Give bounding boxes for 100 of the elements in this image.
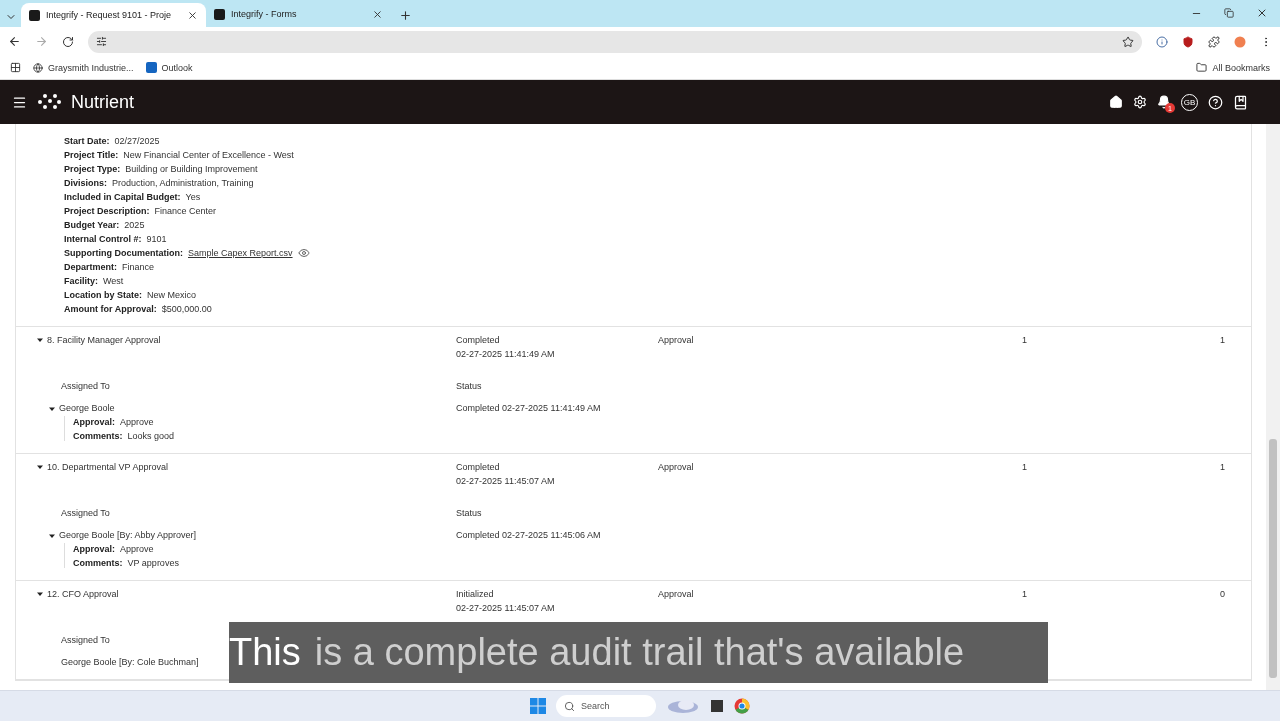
extension-icon[interactable] xyxy=(1156,35,1168,48)
assigned-to-label: Assigned To xyxy=(60,508,111,518)
field-label: Project Type: xyxy=(64,164,121,174)
bookmark-link[interactable]: Outlook xyxy=(145,62,193,73)
table-cell-text: 1 xyxy=(1022,462,1028,474)
step-type: Approval xyxy=(658,462,695,474)
bookmark-icon[interactable] xyxy=(1233,94,1248,110)
field-label: Project Description: xyxy=(64,206,150,216)
file-link[interactable]: Sample Capex Report.csv xyxy=(188,248,293,258)
search-icon xyxy=(564,700,575,712)
globe-icon xyxy=(33,62,43,73)
close-icon[interactable] xyxy=(1256,7,1268,19)
home-icon[interactable] xyxy=(1109,95,1123,109)
field-value: 02/27/2025 xyxy=(114,136,160,146)
app-icon[interactable] xyxy=(710,699,724,713)
windows-start-icon[interactable] xyxy=(530,698,546,714)
assignee-name: George Boole [By: Abby Approver] xyxy=(59,530,197,540)
apps-icon[interactable] xyxy=(10,62,21,73)
scrollbar[interactable] xyxy=(1266,124,1280,690)
assigned-to-label: Assigned To xyxy=(60,381,111,391)
assigned-to-label: Assigned To xyxy=(60,635,111,645)
field-label: Comments: xyxy=(73,557,123,568)
site-settings-icon[interactable] xyxy=(96,36,107,47)
assignee-name: George Boole [By: Cole Buchman] xyxy=(61,657,199,667)
bookmark-link[interactable]: Graysmith Industrie... xyxy=(33,62,134,73)
step-status: Completed xyxy=(456,335,501,345)
favicon-icon xyxy=(214,8,225,20)
step-date: 02-27-2025 11:45:07 AM xyxy=(456,603,556,613)
field-value: Finance Center xyxy=(154,206,217,216)
field-label: Budget Year: xyxy=(64,220,120,230)
all-bookmarks-button[interactable]: All Bookmarks xyxy=(1196,62,1270,73)
menu-icon[interactable] xyxy=(12,94,27,110)
browser-icon[interactable] xyxy=(734,698,750,714)
assignee-status: Completed 02-27-2025 11:41:49 AM xyxy=(456,403,602,413)
caret-icon[interactable] xyxy=(36,590,44,598)
caret-icon[interactable] xyxy=(36,463,44,471)
star-icon[interactable] xyxy=(1122,35,1134,48)
field-label: Comments: xyxy=(73,430,123,441)
browser-tab[interactable]: Integrify - Request 9101 - Proje xyxy=(21,3,206,27)
step-date: 02-27-2025 11:45:07 AM xyxy=(456,476,556,486)
field-label: Start Date: xyxy=(64,136,110,146)
brand-name: Nutrient xyxy=(71,91,135,113)
field-value: Approve xyxy=(120,543,154,554)
table-cell-text: 1 xyxy=(1022,589,1028,601)
step-type: Approval xyxy=(658,335,695,347)
logo-icon xyxy=(37,93,61,111)
field-value: Building or Building Improvement xyxy=(125,164,258,174)
step-status: Initialized xyxy=(456,589,495,599)
field-value: $500,000.00 xyxy=(161,304,212,314)
table-cell-text: 1 xyxy=(1022,335,1028,347)
step-title: 8. Facility Manager Approval xyxy=(47,335,161,345)
table-cell-text: 1 xyxy=(1220,462,1225,474)
profile-icon[interactable] xyxy=(1234,35,1246,48)
step-title: 10. Departmental VP Approval xyxy=(47,462,168,472)
field-value: Finance xyxy=(122,262,155,272)
step-type: Approval xyxy=(658,589,695,601)
close-icon[interactable] xyxy=(372,8,383,20)
puzzle-icon[interactable] xyxy=(1208,35,1220,48)
eye-icon[interactable] xyxy=(297,247,310,259)
field-value: VP approves xyxy=(127,557,179,568)
taskbar-search-field[interactable]: Search xyxy=(556,695,656,717)
step-status: Completed xyxy=(456,462,501,472)
field-value: Approve xyxy=(120,416,154,427)
caret-icon[interactable] xyxy=(36,336,44,344)
field-label: Approval: xyxy=(73,543,115,554)
table-cell-text: 1 xyxy=(1220,335,1225,347)
field-label: Department: xyxy=(64,262,117,272)
status-label: Status xyxy=(456,508,483,518)
browser-tab[interactable]: Integrify - Forms xyxy=(206,3,391,25)
settings-icon[interactable] xyxy=(1133,95,1147,109)
field-label: Project Title: xyxy=(64,150,119,160)
field-value: Production, Administration, Training xyxy=(112,178,254,188)
favicon-icon xyxy=(29,9,40,21)
assignee-status: Completed 02-27-2025 11:45:06 AM xyxy=(456,530,602,540)
field-label: Approval: xyxy=(73,416,115,427)
field-value: New Mexico xyxy=(147,290,197,300)
restore-icon[interactable] xyxy=(1224,7,1234,19)
field-value: New Financial Center of Excellence - West xyxy=(123,150,294,160)
back-icon[interactable] xyxy=(8,35,21,48)
field-label: Included in Capital Budget: xyxy=(64,192,181,202)
table-cell-text: 0 xyxy=(1220,589,1225,601)
step-date: 02-27-2025 11:41:49 AM xyxy=(456,349,556,359)
reload-icon[interactable] xyxy=(62,35,74,48)
step-title: 12. CFO Approval xyxy=(47,589,119,599)
help-icon[interactable] xyxy=(1208,94,1223,110)
field-value: 2025 xyxy=(124,220,145,230)
field-value: Looks good xyxy=(127,430,175,441)
mail-app-icon xyxy=(145,62,157,73)
close-icon[interactable] xyxy=(187,9,198,21)
status-label: Status xyxy=(456,381,483,391)
field-value: Yes xyxy=(185,192,201,202)
shield-icon[interactable] xyxy=(1182,35,1194,48)
field-label: Amount for Approval: xyxy=(64,304,157,314)
field-label: Divisions: xyxy=(64,178,107,188)
assignee-name: George Boole xyxy=(59,403,115,413)
field-label: Internal Control #: xyxy=(64,234,142,244)
field-label: Facility: xyxy=(64,276,98,286)
field-label: Location by State: xyxy=(64,290,142,300)
new-tab-button[interactable] xyxy=(399,9,412,22)
field-value: 9101 xyxy=(146,234,167,244)
